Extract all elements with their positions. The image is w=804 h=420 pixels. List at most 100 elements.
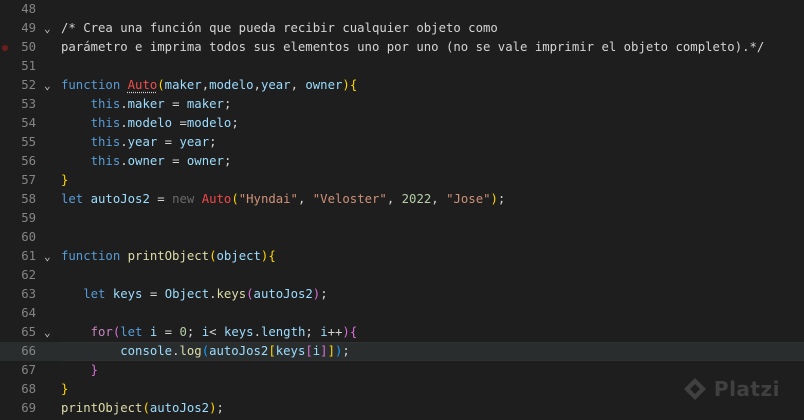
- code-token: keys: [223, 325, 254, 339]
- code-text[interactable]: this.owner = owner;: [61, 152, 804, 171]
- code-token: owner: [127, 154, 165, 168]
- code-text[interactable]: }: [61, 171, 804, 190]
- line-number: 54: [21, 116, 36, 130]
- code-token: for: [90, 325, 113, 339]
- code-token: [: [268, 344, 276, 358]
- line-number: 58: [21, 192, 36, 206]
- code-text[interactable]: this.maker = maker;: [61, 95, 804, 114]
- code-token: ;: [209, 135, 217, 149]
- code-text[interactable]: [61, 304, 804, 323]
- code-token: 2022: [401, 192, 432, 206]
- code-line[interactable]: 63 let keys = Object.keys(autoJos2);: [0, 285, 804, 304]
- code-line[interactable]: 49 ⌄ /* Crea una función que pueda recibir…: [0, 19, 804, 38]
- fold-chevron-icon[interactable]: ⌄: [44, 19, 56, 38]
- fold-chevron-icon[interactable]: ⌄: [44, 76, 56, 95]
- code-token: ;: [223, 154, 232, 168]
- code-token: .: [253, 325, 261, 339]
- code-text[interactable]: /* Crea una función que pueda recibir cu…: [61, 19, 804, 38]
- code-token: this: [90, 97, 121, 111]
- code-line[interactable]: 59: [0, 209, 804, 228]
- code-text[interactable]: let autoJos2 = new Auto("Hyndai", "Velos…: [61, 190, 804, 209]
- code-token: maker: [186, 97, 224, 111]
- line-number: 62: [21, 268, 36, 282]
- code-line[interactable]: 54 this.modelo =modelo;: [0, 114, 804, 133]
- code-token: let: [83, 287, 113, 301]
- code-text[interactable]: [61, 57, 804, 76]
- code-token: keys: [112, 287, 143, 301]
- code-token: owner: [305, 78, 343, 92]
- code-token: autoJos2: [253, 287, 313, 301]
- code-editor[interactable]: 48 49 ⌄ /* Crea una función que pueda recib…: [0, 0, 804, 420]
- line-number: 67: [21, 363, 36, 377]
- code-token: length: [260, 325, 306, 339]
- code-token: autoJos2: [90, 192, 150, 206]
- code-line[interactable]: 60: [0, 228, 804, 247]
- code-line[interactable]: 55 this.year = year;: [0, 133, 804, 152]
- code-token: Auto: [201, 192, 232, 206]
- code-text[interactable]: let keys = Object.keys(autoJos2);: [61, 285, 804, 304]
- code-token: =: [172, 116, 187, 130]
- code-token: 0: [179, 325, 187, 339]
- code-token: "Jose": [446, 192, 491, 206]
- code-token: this: [90, 154, 121, 168]
- code-token: modelo: [186, 116, 232, 130]
- code-text[interactable]: this.year = year;: [61, 133, 804, 152]
- fold-chevron-icon[interactable]: ⌄: [44, 323, 56, 342]
- line-number: 50: [21, 40, 36, 54]
- code-line[interactable]: 64: [0, 304, 804, 323]
- code-line[interactable]: 57}: [0, 171, 804, 190]
- code-text[interactable]: for(let i = 0; i< keys.length; i++){: [61, 323, 804, 342]
- code-text[interactable]: [61, 266, 804, 285]
- code-line[interactable]: 66 console.log(autoJos2[keys[i]]);: [0, 342, 804, 361]
- code-token: ;: [320, 287, 328, 301]
- line-number: 69: [21, 401, 36, 415]
- line-number: 53: [21, 97, 36, 111]
- code-line[interactable]: 65 ⌄ for(let i = 0; i< keys.length; i++){: [0, 323, 804, 342]
- code-line[interactable]: 48: [0, 0, 804, 19]
- line-number: 55: [21, 135, 36, 149]
- code-token: ;: [231, 116, 239, 130]
- code-token: ): [342, 78, 350, 92]
- code-line[interactable]: 51: [0, 57, 804, 76]
- code-token: let: [120, 325, 150, 339]
- code-token: }: [61, 173, 69, 187]
- code-line[interactable]: 56 this.owner = owner;: [0, 152, 804, 171]
- line-number: 49: [21, 21, 36, 35]
- code-token: ;: [186, 325, 202, 339]
- code-token: <: [209, 325, 224, 339]
- code-token: .: [120, 135, 128, 149]
- code-token: autoJos2: [209, 344, 269, 358]
- code-text[interactable]: [61, 0, 804, 19]
- code-token: year: [179, 135, 210, 149]
- code-token: .: [120, 97, 128, 111]
- watermark: Platzi: [682, 376, 780, 402]
- code-text[interactable]: function Auto(maker,modelo,year, owner){: [61, 76, 804, 95]
- code-text[interactable]: console.log(autoJos2[keys[i]]);: [61, 342, 804, 361]
- code-line[interactable]: 58 let autoJos2 = new Auto("Hyndai", "Vel…: [0, 190, 804, 209]
- line-number: 57: [21, 173, 36, 187]
- code-token: =: [157, 325, 180, 339]
- code-line[interactable]: 53 this.maker = maker;: [0, 95, 804, 114]
- code-line[interactable]: 52 ⌄ function Auto(maker,modelo,year, owne…: [0, 76, 804, 95]
- code-text[interactable]: function printObject(object){: [61, 247, 804, 266]
- code-text[interactable]: parámetro e imprima todos sus elementos …: [61, 38, 804, 57]
- code-token: new: [172, 192, 202, 206]
- code-token: ,: [253, 78, 261, 92]
- code-token: ;: [305, 325, 321, 339]
- code-line[interactable]: 62: [0, 266, 804, 285]
- code-text[interactable]: [61, 209, 804, 228]
- code-token: ): [342, 325, 350, 339]
- code-text[interactable]: this.modelo =modelo;: [61, 114, 804, 133]
- code-text[interactable]: [61, 228, 804, 247]
- fold-chevron-icon[interactable]: ⌄: [44, 247, 56, 266]
- code-line[interactable]: 50 parámetro e imprima todos sus elemento…: [0, 38, 804, 57]
- code-token: =: [164, 97, 187, 111]
- code-line[interactable]: 61 ⌄ function printObject(object){: [0, 247, 804, 266]
- code-token: maker: [127, 97, 165, 111]
